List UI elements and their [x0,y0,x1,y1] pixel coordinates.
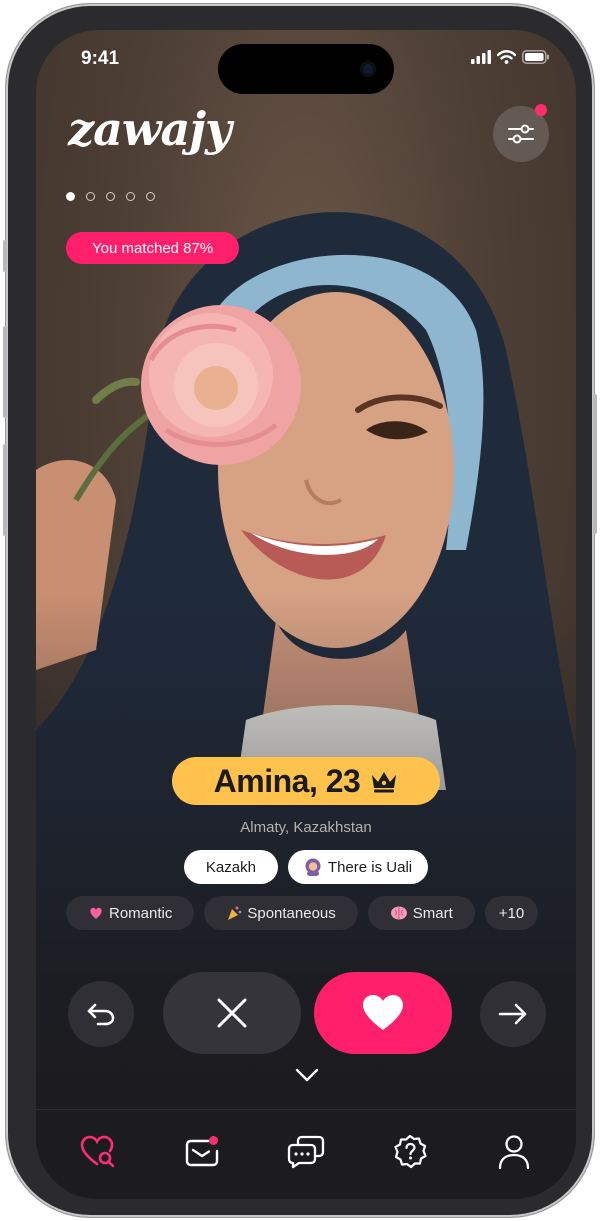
pager-dot[interactable] [126,192,135,201]
tab-profile[interactable] [494,1132,534,1172]
tag-label: Kazakh [205,858,256,876]
messages-badge [209,1136,218,1145]
brain-emoji [390,906,407,920]
app-logo: zawajy [68,102,232,156]
bottom-tab-bar [36,1109,576,1199]
more-traits-button[interactable]: +10 [484,896,539,930]
volume-down-button [3,444,7,536]
front-camera-icon [360,61,376,77]
party-popper-emoji [228,906,242,920]
trait-spontaneous[interactable]: Spontaneous [204,896,358,930]
wifi-icon [497,50,516,64]
heart-icon [363,995,403,1030]
status-icons [471,50,550,64]
profile-location: Almaty, Kazakhstan [240,819,372,836]
trait-label: Romantic [109,904,173,922]
match-badge: You matched 87% [66,232,240,264]
volume-up-button [3,326,7,418]
profile-name-age: Amina, 23 [213,762,361,799]
pager-dot[interactable] [106,192,115,201]
trait-smart[interactable]: Smart [367,896,475,930]
profile-traits: Romantic Spontaneous Smart +10 [66,896,539,930]
battery-icon [522,50,549,64]
power-button [593,394,597,534]
name-pill[interactable]: Amina, 23 [172,757,440,805]
next-profile-button[interactable] [480,981,546,1047]
question-badge-icon [394,1134,427,1169]
tag-person[interactable]: There is Uali [287,850,429,884]
trait-label: Spontaneous [247,904,336,922]
trait-label: Smart [412,904,453,922]
dislike-button[interactable] [163,972,301,1054]
pager-dot[interactable] [86,192,95,201]
heart-search-icon [80,1135,115,1168]
undo-arrow-icon [87,1003,115,1026]
chat-icon [287,1135,325,1169]
tag-ethnicity[interactable]: Kazakh [183,850,278,884]
status-time: 9:41 [81,48,120,69]
tag-label: There is Uali [327,858,413,876]
pager-dot[interactable] [146,192,155,201]
dynamic-island [218,44,394,94]
tab-messages[interactable] [182,1132,222,1172]
trait-romantic[interactable]: Romantic [66,896,195,930]
tab-discover[interactable] [78,1132,118,1172]
pager-dot-active[interactable] [66,192,75,201]
like-button[interactable] [314,972,452,1054]
tab-help[interactable] [390,1132,430,1172]
user-icon [498,1135,530,1170]
arrow-right-icon [498,1003,527,1025]
app-screen: 9:41 zawajy You matched 87% Amina, 23 Al… [36,30,576,1199]
chevron-down-icon[interactable] [294,1067,320,1083]
filter-notification-dot [535,104,547,116]
mute-switch [3,240,7,272]
signal-icon [471,50,491,64]
close-icon [217,998,247,1028]
sliders-icon [508,124,534,144]
photo-pager[interactable] [66,192,155,201]
tab-chats[interactable] [286,1132,326,1172]
love-letter-emoji [90,907,102,919]
status-bar: 9:41 [36,30,576,94]
crown-icon [372,772,397,793]
person-hijab-emoji [305,858,321,876]
undo-button[interactable] [68,981,134,1047]
phone-frame: 9:41 zawajy You matched 87% Amina, 23 Al… [3,4,597,1217]
filter-button[interactable] [493,104,549,162]
profile-tags: Kazakh There is Uali [36,850,576,884]
